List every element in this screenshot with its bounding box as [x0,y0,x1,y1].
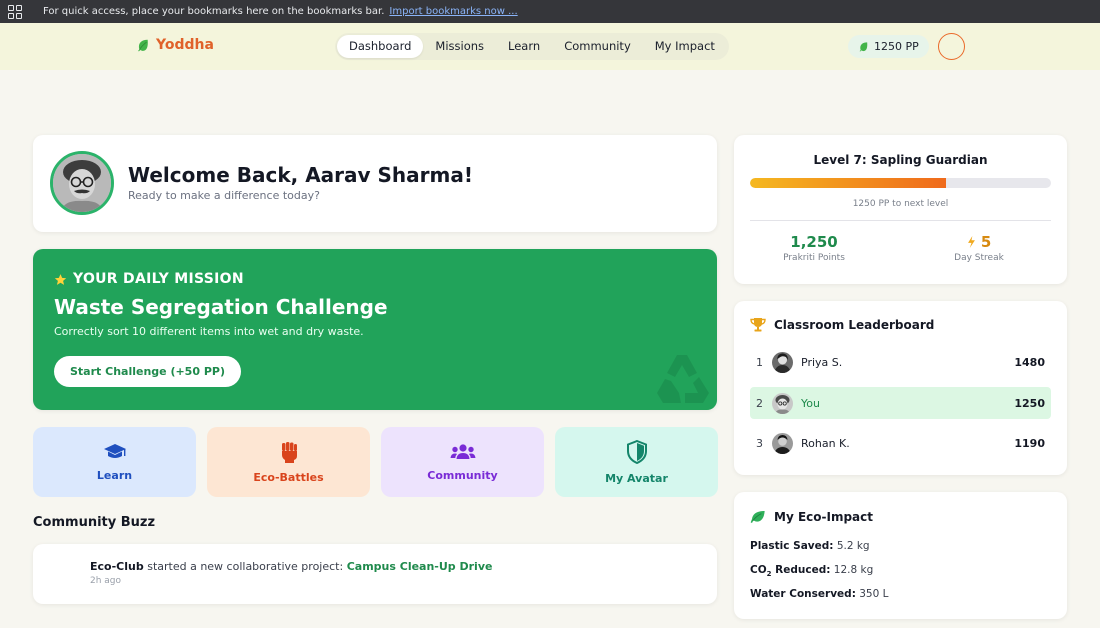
level-title: Level 7: Sapling Guardian [813,153,988,167]
nav-my-impact[interactable]: My Impact [643,35,727,58]
leaf-icon [138,39,148,52]
eco-impact-card: My Eco-Impact Plastic Saved: 5.2 kg CO2 … [734,492,1067,619]
leaderboard-card: Classroom Leaderboard 1 Priya S. 1480 2 … [734,301,1067,475]
leaf-icon [859,42,868,52]
impact-co2: CO2 Reduced: 12.8 kg [750,564,873,578]
tile-my-avatar-label: My Avatar [605,471,668,485]
tile-community[interactable]: Community [381,427,544,497]
leaderboard-rank: 3 [756,436,763,450]
nav-dashboard[interactable]: Dashboard [337,35,424,58]
leaderboard-score: 1190 [1014,436,1045,450]
leaderboard-title: Classroom Leaderboard [774,317,935,332]
welcome-card: Welcome Back, Aarav Sharma! Ready to mak… [33,135,717,232]
leaderboard-row-current-user[interactable]: 2 You 1250 [750,387,1051,419]
leaderboard-score: 1480 [1014,355,1045,369]
nav-missions[interactable]: Missions [423,35,496,58]
leaderboard-rank: 1 [756,355,763,369]
mission-description: Correctly sort 10 different items into w… [54,325,364,338]
streak-value-row: 5 [904,233,1054,251]
buzz-action: started a new collaborative project: [147,560,344,573]
nav-learn[interactable]: Learn [496,35,552,58]
level-next-text: 1250 PP to next level [852,199,949,209]
level-progress-bar [750,178,1051,188]
buzz-project-link[interactable]: Campus Clean-Up Drive [347,560,493,573]
leaderboard-avatar [772,432,793,454]
profile-avatar-button[interactable] [938,33,965,60]
leaderboard-name: You [801,396,820,410]
impact-water: Water Conserved: 350 L [750,588,888,600]
mission-title: Waste Segregation Challenge [54,295,388,319]
user-avatar [50,151,114,215]
tile-learn-label: Learn [96,468,133,482]
start-challenge-button[interactable]: Start Challenge (+50 PP) [54,356,241,387]
nav-community[interactable]: Community [552,35,643,58]
points-badge-text: 1250 PP [874,40,919,53]
bookmarks-bar: For quick access, place your bookmarks h… [0,0,1100,23]
apps-grid-icon[interactable] [8,4,22,19]
welcome-title: Welcome Back, Aarav Sharma! [128,163,473,187]
tile-learn[interactable]: Learn [33,427,196,497]
impact-plastic: Plastic Saved: 5.2 kg [750,540,870,552]
bookmarks-message: For quick access, place your bookmarks h… [43,6,385,17]
divider [750,220,1051,221]
top-nav: Yoddha Dashboard Missions Learn Communit… [0,23,1100,70]
leaderboard-row[interactable]: 1 Priya S. 1480 [750,346,1051,378]
star-icon [54,273,67,285]
impact-plastic-label: Plastic Saved: [750,540,834,552]
level-card: Level 7: Sapling Guardian 1250 PP to nex… [734,135,1067,284]
recycle-icon [657,355,709,403]
impact-co2-label: CO [750,564,767,576]
community-buzz-item[interactable]: Eco-Club started a new collaborative pro… [33,544,717,604]
brand-name: Yoddha [156,37,214,53]
streak-stat: 5 Day Streak [904,233,1054,263]
leaf-icon [750,511,765,523]
impact-co2-value: 12.8 kg [833,564,874,576]
brand-logo[interactable]: Yoddha [136,37,214,53]
main-nav: Dashboard Missions Learn Community My Im… [335,33,729,60]
eco-impact-header: My Eco-Impact [750,510,873,524]
buzz-text: Eco-Club started a new collaborative pro… [90,560,492,573]
tile-eco-battles[interactable]: Eco-Battles [207,427,370,497]
trophy-icon [750,318,766,332]
level-progress-fill [750,178,946,188]
leaderboard-header: Classroom Leaderboard [750,317,934,332]
impact-co2-subscript: 2 [766,570,772,579]
leaderboard-row[interactable]: 3 Rohan K. 1190 [750,427,1051,459]
tile-eco-battles-label: Eco-Battles [253,470,324,484]
points-badge[interactable]: 1250 PP [848,35,929,58]
eco-impact-title: My Eco-Impact [774,510,873,524]
raised-fist-icon [281,441,297,463]
streak-value: 5 [980,233,992,251]
leaderboard-avatar [772,392,793,414]
welcome-subtitle: Ready to make a difference today? [128,189,320,202]
daily-mission-card: YOUR DAILY MISSION Waste Segregation Cha… [33,249,717,410]
lightning-icon [967,236,975,248]
leaderboard-name: Rohan K. [801,436,850,450]
leaderboard-rank: 2 [756,396,763,410]
points-label: Prakriti Points [783,253,845,263]
impact-water-label: Water Conserved: [750,588,856,600]
streak-label: Day Streak [954,253,1004,263]
points-stat: 1,250 Prakriti Points [739,233,889,263]
users-icon [450,443,475,459]
impact-co2-label-rest: Reduced: [775,564,831,576]
buzz-timestamp: 2h ago [90,576,122,586]
leaderboard-name: Priya S. [801,355,843,369]
impact-water-value: 350 L [859,588,889,600]
shield-icon [626,439,647,464]
tile-my-avatar[interactable]: My Avatar [555,427,718,497]
mission-eyebrow-text: YOUR DAILY MISSION [73,271,244,287]
leaderboard-score: 1250 [1014,396,1045,410]
impact-plastic-value: 5.2 kg [836,540,870,552]
mission-eyebrow: YOUR DAILY MISSION [54,271,244,287]
community-buzz-heading: Community Buzz [33,515,156,530]
import-bookmarks-link[interactable]: Import bookmarks now ... [389,6,517,17]
graduation-cap-icon [103,443,126,458]
tile-community-label: Community [427,468,498,482]
leaderboard-avatar [772,351,793,373]
points-value: 1,250 [790,233,838,251]
buzz-actor: Eco-Club [90,560,144,573]
